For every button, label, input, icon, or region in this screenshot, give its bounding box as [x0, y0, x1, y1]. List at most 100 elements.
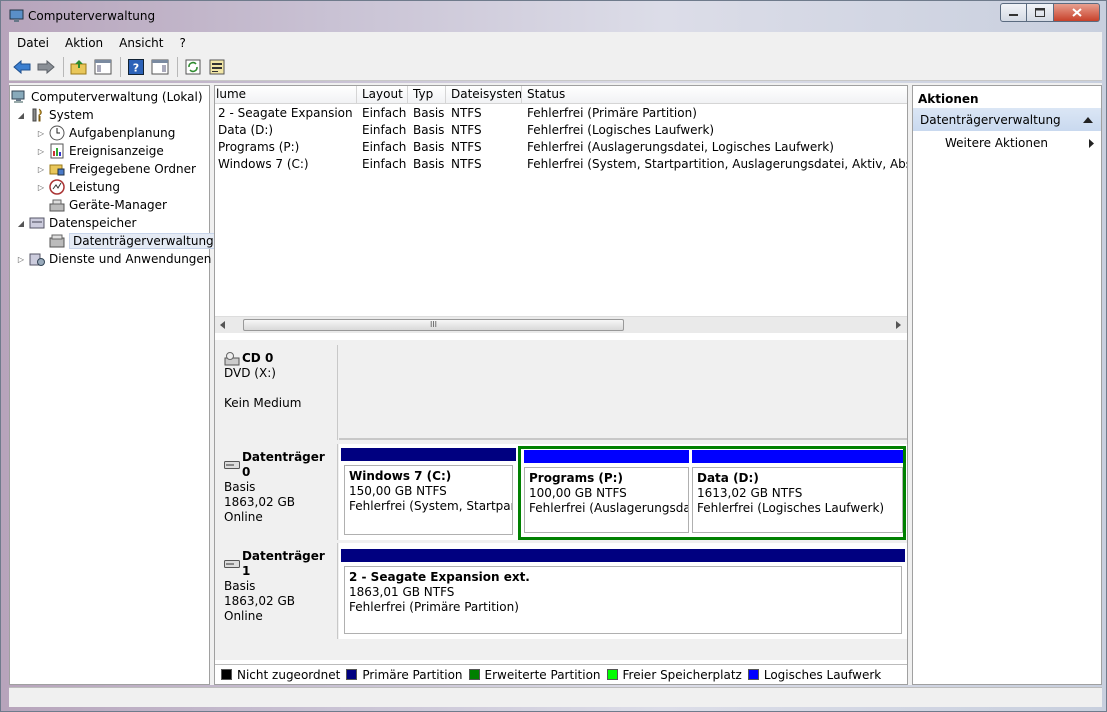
weitere-aktionen-item[interactable]: Weitere Aktionen	[913, 131, 1101, 155]
partition-seagate[interactable]: 2 - Seagate Expansion ext. 1863,01 GB NT…	[341, 549, 905, 637]
tree-item-datentraegerverwaltung[interactable]: Datenträgerverwaltung	[49, 232, 218, 250]
menu-ansicht[interactable]: Ansicht	[111, 36, 171, 50]
volume-cell: Windows 7 (C:)	[218, 157, 309, 171]
actions-section-datentraegerverwaltung[interactable]: Datenträgerverwaltung	[913, 108, 1101, 131]
disk-name: Datenträger 1	[241, 549, 325, 578]
extended-partition-frame: Programs (P:) 100,00 GB NTFS Fehlerfrei …	[518, 446, 906, 540]
collapse-triangle-icon[interactable]: ◢	[16, 111, 26, 120]
column-header-typ[interactable]: Typ	[408, 86, 446, 104]
legend-swatch	[747, 669, 759, 680]
column-header-layout[interactable]: Layout	[357, 86, 408, 104]
legend-swatch	[346, 669, 358, 680]
disk-graphical-view: CD 0 DVD (X:) Kein Medium Datenträger 0 …	[215, 340, 907, 660]
expand-triangle-icon[interactable]: ▷	[36, 147, 46, 156]
logical-drive-bar	[692, 450, 903, 463]
collapse-up-icon[interactable]	[1083, 116, 1093, 123]
tree-item-label: Freigegebene Ordner	[69, 162, 196, 176]
column-header-volume[interactable]: lume	[215, 86, 357, 104]
maximize-button[interactable]	[1027, 3, 1054, 22]
scroll-left-icon[interactable]	[220, 321, 226, 329]
title-bar[interactable]: Computerverwaltung	[1, 1, 1106, 31]
back-button[interactable]	[11, 56, 33, 78]
tree-item-geraete-manager[interactable]: Geräte-Manager	[49, 196, 167, 214]
volume-row[interactable]: Windows 7 (C:) Einfach Basis NTFS Fehlerfrei…	[215, 157, 907, 174]
column-header-dateisystem[interactable]: Dateisystem	[446, 86, 522, 104]
legend-item: Erweiterte Partition	[468, 668, 601, 682]
partition-status: Fehlerfrei (System, Startpartitio	[349, 499, 512, 513]
expand-triangle-icon[interactable]: ▷	[36, 183, 46, 192]
volume-row[interactable]: Programs (P:) Einfach Basis NTFS Fehlerfrei …	[215, 140, 907, 157]
up-level-button[interactable]	[68, 56, 90, 78]
expand-triangle-icon[interactable]: ▷	[16, 255, 26, 264]
disk-label-disk1[interactable]: Datenträger 1 Basis 1863,02 GB Online	[215, 543, 338, 639]
volume-cell: Basis	[413, 140, 445, 154]
svg-text:?: ?	[133, 62, 139, 75]
tree-item-freigegebene-ordner[interactable]: ▷ Freigegebene Ordner	[36, 160, 196, 178]
tools-icon	[29, 107, 45, 123]
event-viewer-icon	[49, 143, 65, 159]
disk-area-disk0: Windows 7 (C:) 150,00 GB NTFS Fehlerfrei…	[339, 444, 907, 540]
disk-type: Basis	[224, 579, 256, 593]
toolbar-separator	[177, 57, 178, 77]
tree-item-leistung[interactable]: ▷ Leistung	[36, 178, 120, 196]
expand-triangle-icon[interactable]: ▷	[36, 129, 46, 138]
weitere-aktionen-label: Weitere Aktionen	[945, 136, 1048, 150]
computer-management-window: Computerverwaltung Datei Aktion Ansicht …	[0, 0, 1107, 712]
tree-item-root[interactable]: Computerverwaltung (Lokal)	[11, 88, 203, 106]
tree-item-system[interactable]: ◢ System	[16, 106, 94, 124]
disk-size: 1863,02 GB	[224, 594, 295, 608]
tree-item-datenspeicher[interactable]: ◢ Datenspeicher	[16, 214, 136, 232]
refresh-icon	[185, 59, 201, 75]
tree-item-label: Computerverwaltung (Lokal)	[31, 90, 203, 104]
column-header-status[interactable]: Status	[522, 86, 907, 104]
scroll-right-icon[interactable]	[896, 321, 902, 329]
tree-item-dienste[interactable]: ▷ Dienste und Anwendungen	[16, 250, 211, 268]
disk-name: Datenträger 0	[241, 450, 325, 479]
tree-item-label-selected: Datenträgerverwaltung	[69, 233, 218, 249]
refresh-button[interactable]	[182, 56, 204, 78]
collapse-triangle-icon[interactable]: ◢	[16, 219, 26, 228]
menu-help[interactable]: ?	[171, 36, 193, 50]
disk-size: 1863,02 GB	[224, 495, 295, 509]
volume-cell: Fehlerfrei (Auslagerungsdatei, Logisches…	[527, 140, 834, 154]
legend-item: Nicht zugeordnet	[221, 668, 340, 682]
help-button[interactable]: ?	[125, 56, 147, 78]
menu-aktion[interactable]: Aktion	[57, 36, 111, 50]
volume-cell: Fehlerfrei (Logisches Laufwerk)	[527, 123, 715, 137]
volume-cell: Basis	[413, 157, 445, 171]
forward-button[interactable]	[35, 56, 57, 78]
show-hide-tree-button[interactable]	[92, 56, 114, 78]
actions-header: Aktionen	[918, 92, 979, 106]
status-bar	[9, 687, 1102, 707]
legend: Nicht zugeordnet Primäre Partition Erwei…	[215, 664, 907, 684]
disk-drive-letter: DVD (X:)	[224, 366, 276, 380]
close-button[interactable]	[1054, 3, 1100, 22]
minimize-icon	[1009, 13, 1018, 16]
volume-row[interactable]: Data (D:) Einfach Basis NTFS Fehlerfrei (Log…	[215, 123, 907, 140]
volume-cell: Einfach	[362, 140, 407, 154]
disk-area-cd0[interactable]	[339, 345, 907, 440]
partition-info: Windows 7 (C:) 150,00 GB NTFS Fehlerfrei…	[344, 465, 513, 535]
disk-label-disk0[interactable]: Datenträger 0 Basis 1863,02 GB Online	[215, 444, 338, 540]
partition-data[interactable]: Data (D:) 1613,02 GB NTFS Fehlerfrei (Lo…	[692, 450, 903, 536]
disk-icon	[224, 461, 240, 469]
horizontal-scrollbar[interactable]: III	[215, 316, 907, 333]
partition-windows7[interactable]: Windows 7 (C:) 150,00 GB NTFS Fehlerfrei…	[341, 448, 516, 538]
partition-size: 1863,01 GB NTFS	[349, 585, 455, 599]
properties-icon	[209, 59, 225, 75]
volume-row[interactable]: 2 - Seagate Expansion ext. Einfach Basis NT…	[215, 106, 907, 123]
partition-programs[interactable]: Programs (P:) 100,00 GB NTFS Fehlerfrei …	[524, 450, 689, 536]
properties-button[interactable]	[206, 56, 228, 78]
tree-item-aufgabenplanung[interactable]: ▷ Aufgabenplanung	[36, 124, 175, 142]
scrollbar-thumb[interactable]: III	[243, 319, 624, 331]
legend-label: Logisches Laufwerk	[763, 667, 882, 682]
tree-item-ereignisanzeige[interactable]: ▷ Ereignisanzeige	[36, 142, 164, 160]
show-hide-action-pane-button[interactable]	[149, 56, 171, 78]
disk-icon	[224, 560, 240, 568]
expand-triangle-icon[interactable]: ▷	[36, 165, 46, 174]
actions-section-label: Datenträgerverwaltung	[920, 112, 1061, 127]
menu-datei[interactable]: Datei	[9, 36, 57, 50]
disk-label-cd0[interactable]: CD 0 DVD (X:) Kein Medium	[215, 345, 338, 440]
minimize-button[interactable]	[1000, 3, 1027, 22]
disk-status: Online	[224, 510, 263, 524]
